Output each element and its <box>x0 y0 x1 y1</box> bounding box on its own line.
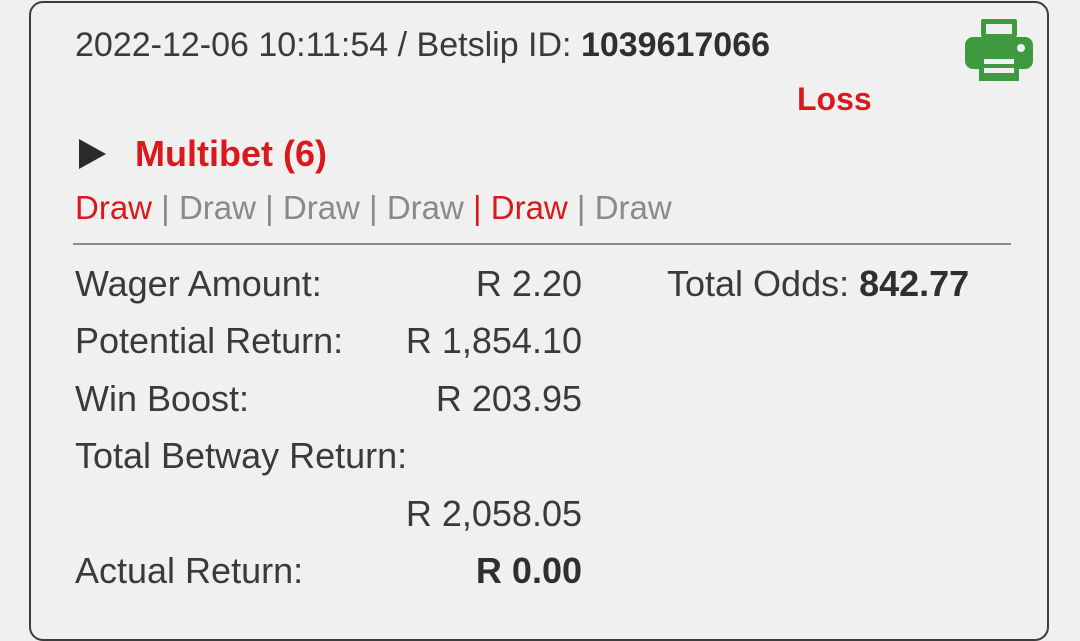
betslip-id-label: Betslip ID: <box>416 26 581 64</box>
outcome-5: Draw <box>490 189 568 226</box>
actual-return-label: Actual Return: <box>75 550 304 591</box>
win-boost-value: R 203.95 <box>435 378 582 419</box>
total-return-value: R 2,058.05 <box>405 493 582 534</box>
outcome-separator: | <box>255 189 283 226</box>
betslip-header: 2022-12-06 10:11:54 / Betslip ID: 103961… <box>75 23 770 67</box>
outcome-6: Draw <box>594 189 672 226</box>
actual-return-amount: R 0.00 <box>475 550 582 591</box>
outcome-separator: | <box>152 189 179 226</box>
betslip-id: 1039617066 <box>580 26 771 64</box>
play-triangle-icon[interactable] <box>79 139 106 169</box>
bet-status-badge: Loss <box>797 81 872 117</box>
header-separator: / <box>388 26 417 64</box>
multibet-title[interactable]: Multibet (6) <box>135 131 327 177</box>
outcome-2: Draw <box>178 189 256 226</box>
total-odds-value: 842.77 <box>859 263 970 304</box>
printer-icon-graphic <box>965 19 1033 81</box>
section-divider <box>73 243 1011 245</box>
outcome-1: Draw <box>75 189 153 226</box>
outcome-4: Draw <box>386 189 464 226</box>
outcome-3: Draw <box>282 189 360 226</box>
potential-return-value: R 1,854.10 <box>405 320 582 361</box>
win-boost-label: Win Boost: <box>75 378 250 419</box>
total-return-label: Total Betway Return: <box>75 435 408 476</box>
outcome-separator: | <box>567 189 595 226</box>
wager-amount-value: R 2.20 <box>475 263 582 304</box>
total-odds: Total Odds: 842.77 <box>667 262 969 306</box>
bet-outcomes: Draw | Draw | Draw | Draw | Draw | Draw <box>75 186 672 230</box>
outcome-separator: | <box>463 189 491 226</box>
bet-datetime: 2022-12-06 10:11:54 <box>75 26 389 64</box>
outcome-separator: | <box>359 189 387 226</box>
printer-icon[interactable] <box>963 17 1035 83</box>
total-odds-label: Total Odds: <box>667 263 860 304</box>
actual-return-value: R 0.00 <box>282 549 582 593</box>
betslip-card: 2022-12-06 10:11:54 / Betslip ID: 103961… <box>29 1 1049 641</box>
